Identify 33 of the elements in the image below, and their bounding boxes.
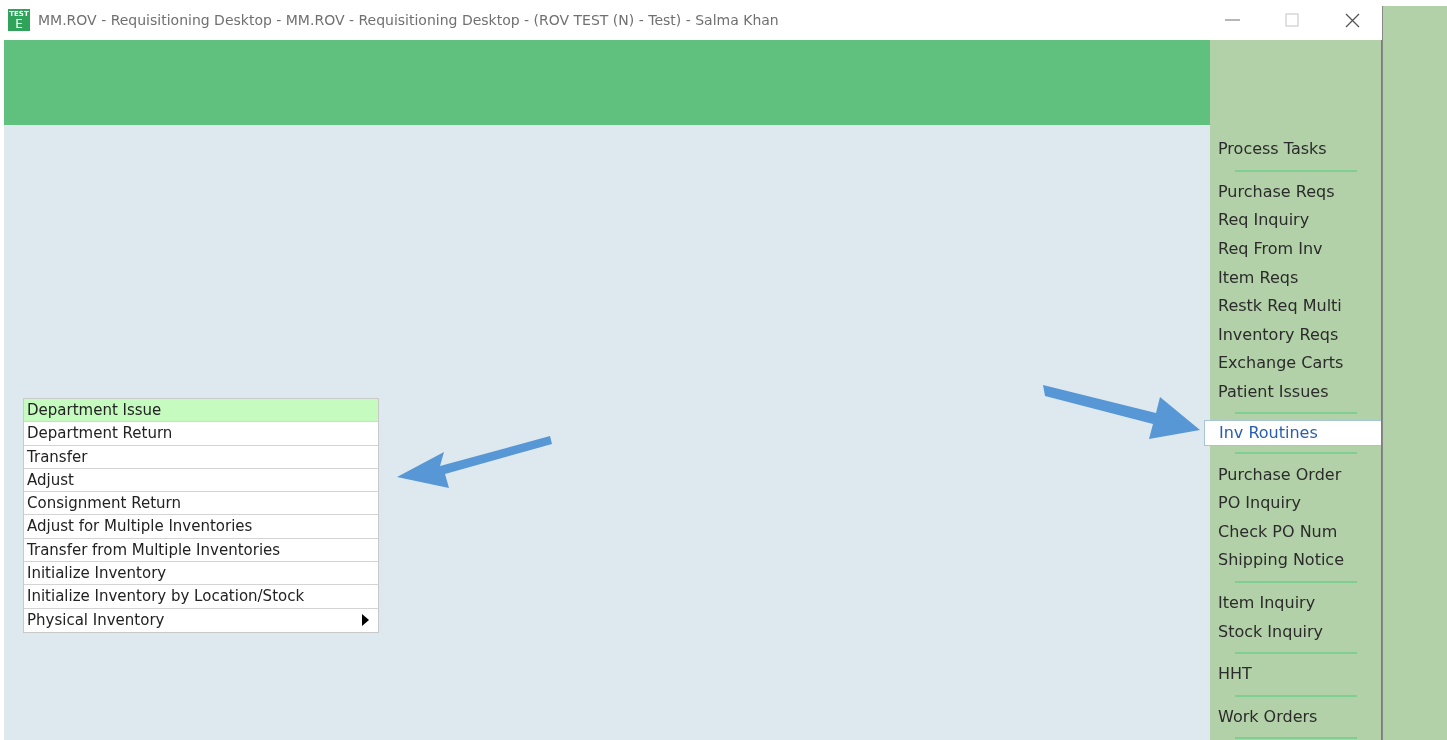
- sidebar-item[interactable]: Inv Routines: [1204, 420, 1381, 447]
- sidebar-item[interactable]: Exchange Carts: [1210, 349, 1381, 378]
- sidebar-item[interactable]: Restk Req Multi: [1210, 291, 1381, 321]
- sidebar-item[interactable]: Item Reqs: [1210, 263, 1381, 292]
- sidebar-item[interactable]: Process Tasks: [1210, 135, 1381, 164]
- sidebar-item[interactable]: Req Inquiry: [1210, 206, 1381, 235]
- menu-item[interactable]: Physical Inventory: [24, 608, 378, 632]
- sidebar-item[interactable]: Req From Inv: [1210, 234, 1381, 264]
- sidebar-item[interactable]: Purchase Order: [1210, 460, 1381, 489]
- sidebar-item[interactable]: Check PO Num: [1210, 517, 1381, 547]
- menu-item[interactable]: Initialize Inventory by Location/Stock: [24, 585, 378, 609]
- sidebar-item[interactable]: Item Inquiry: [1210, 588, 1381, 618]
- sidebar-item[interactable]: PO Inquiry: [1210, 488, 1381, 518]
- sidebar-item[interactable]: Inventory Reqs: [1210, 320, 1381, 350]
- submenu-arrow-icon: [362, 614, 369, 627]
- menu-item[interactable]: Adjust for Multiple Inventories: [24, 515, 378, 539]
- sidebar-item[interactable]: Patient Issues: [1210, 377, 1381, 407]
- maximize-icon: [1284, 12, 1300, 28]
- window-title: MM.ROV - Requisitioning Desktop - MM.ROV - Requisitioning Desktop - (ROV TEST (N) - Test) - Salma Khan: [38, 10, 779, 30]
- sidebar-item[interactable]: Work Orders: [1210, 702, 1381, 732]
- close-icon: [1344, 12, 1360, 28]
- menu-item[interactable]: Adjust: [24, 468, 378, 493]
- menu-item[interactable]: Consignment Return: [24, 492, 378, 516]
- sidebar-item[interactable]: Stock Inquiry: [1210, 617, 1381, 646]
- sidebar-item[interactable]: HHT: [1210, 659, 1381, 689]
- menu-item[interactable]: Transfer: [24, 445, 378, 469]
- menu-item[interactable]: Department Return: [24, 422, 378, 446]
- menu-item[interactable]: Initialize Inventory: [24, 562, 378, 586]
- menu-item[interactable]: Department Issue: [24, 399, 378, 423]
- menu-item[interactable]: Transfer from Multiple Inventories: [24, 538, 378, 563]
- sidebar-item[interactable]: Purchase Reqs: [1210, 177, 1381, 207]
- minimize-icon: [1224, 19, 1240, 21]
- sidebar-item[interactable]: Shipping Notice: [1210, 546, 1381, 575]
